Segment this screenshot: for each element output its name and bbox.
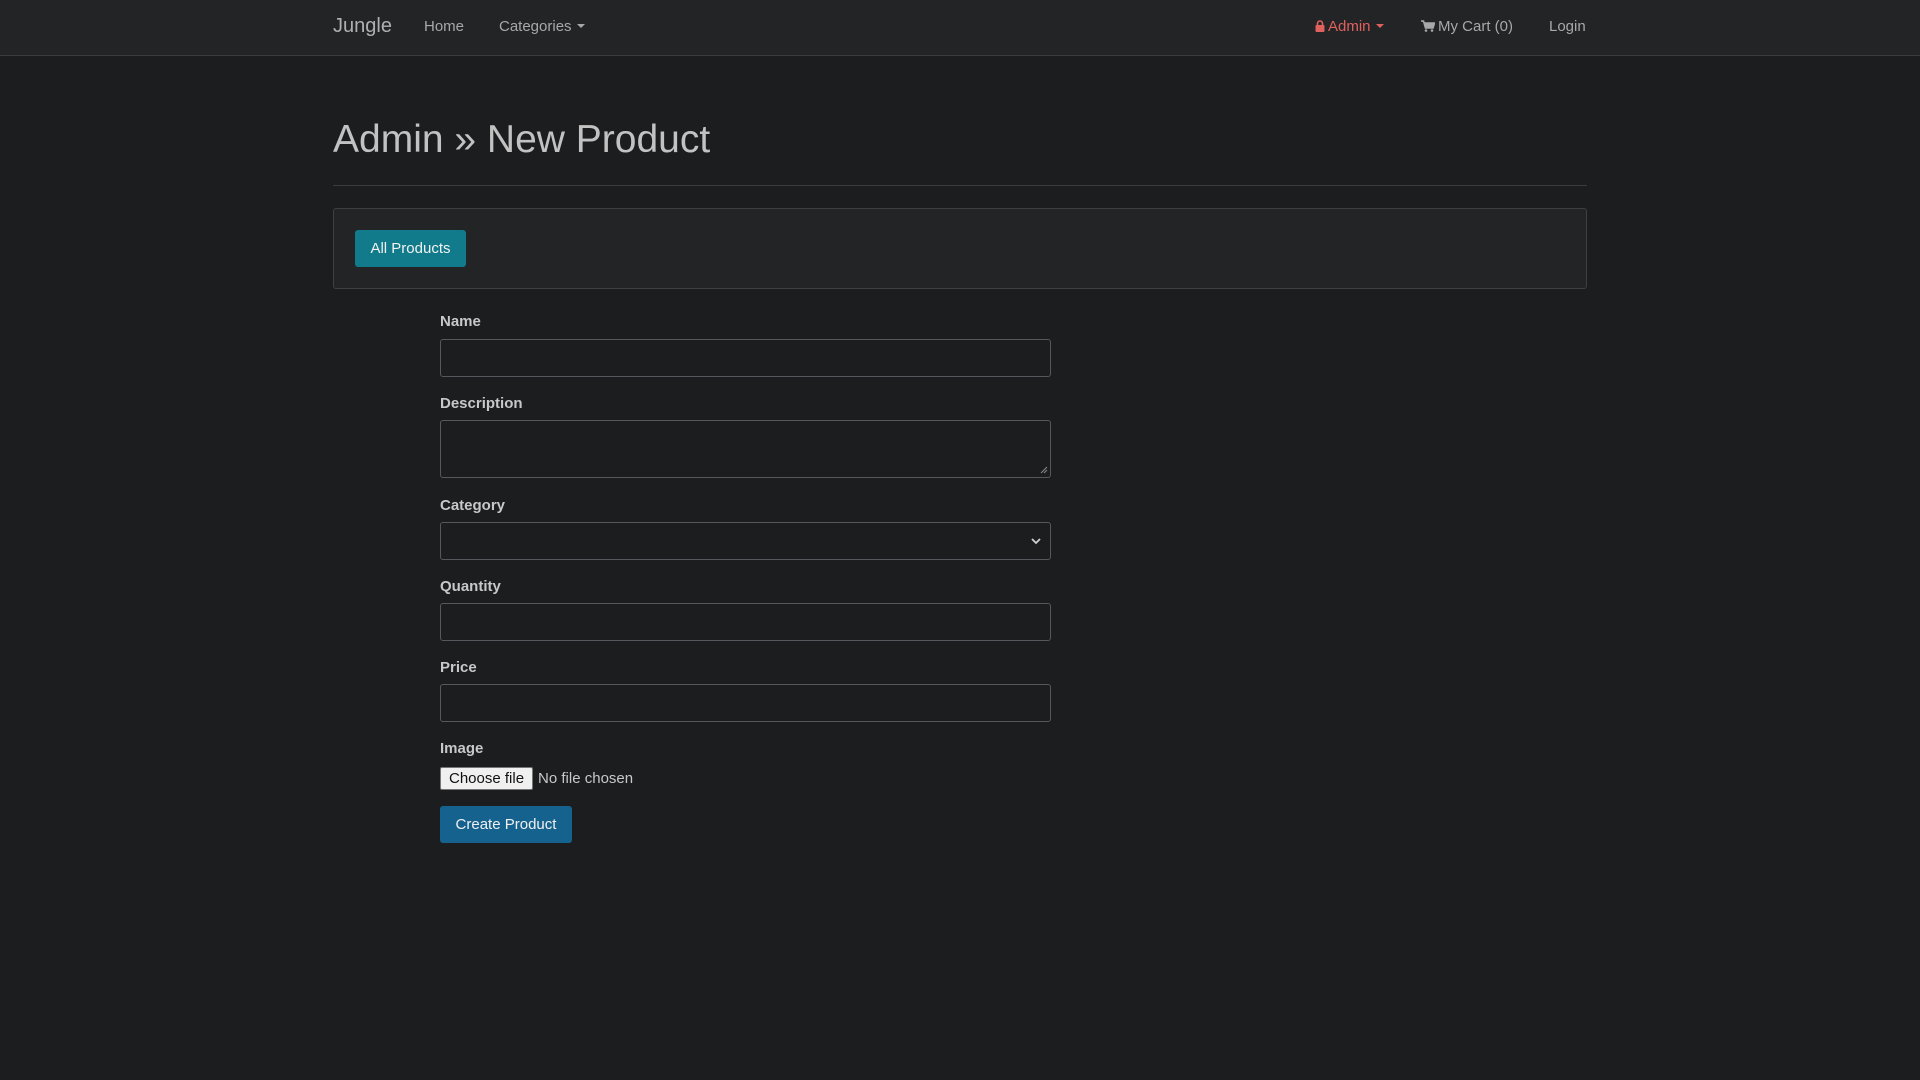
nav-login-link[interactable]: Login (1549, 18, 1586, 35)
resize-grip-icon[interactable] (1040, 466, 1048, 474)
description-label: Description (440, 395, 523, 412)
quantity-input[interactable] (440, 603, 1051, 641)
description-textarea[interactable] (440, 420, 1051, 478)
toolbar-well: All Products (333, 208, 1587, 289)
quantity-label: Quantity (440, 578, 501, 595)
title-divider (333, 185, 1587, 186)
price-label: Price (440, 659, 477, 676)
nav-home-link[interactable]: Home (424, 18, 464, 35)
choose-file-button[interactable]: Choose file (440, 766, 534, 790)
file-status-text: No file chosen (538, 769, 634, 787)
nav-admin-dropdown[interactable]: Admin (1315, 18, 1384, 35)
image-label: Image (440, 740, 484, 757)
create-product-button[interactable]: Create Product (440, 806, 572, 843)
nav-cart-link[interactable]: My Cart (0) (1421, 18, 1513, 35)
nav-categories-dropdown[interactable]: Categories (499, 18, 585, 35)
brand-link[interactable]: Jungle (333, 15, 392, 38)
lock-icon (1315, 20, 1325, 32)
caret-down-icon (1375, 24, 1384, 29)
nav-cart-label: My Cart (0) (1438, 18, 1513, 35)
name-input[interactable] (440, 339, 1051, 377)
page-title: Admin » New Product (333, 118, 711, 161)
category-label: Category (440, 497, 506, 514)
category-select[interactable] (440, 522, 1051, 560)
caret-down-icon (576, 24, 585, 29)
chevron-down-icon (1031, 538, 1041, 545)
nav-admin-label: Admin (1328, 18, 1371, 35)
image-file-input: Choose file No file chosen (440, 766, 633, 790)
shopping-cart-icon (1421, 20, 1435, 32)
top-navbar: Jungle Home Categories Admin My Cart (0)… (0, 0, 1920, 56)
name-label: Name (440, 313, 481, 330)
nav-categories-label: Categories (499, 18, 572, 35)
price-input[interactable] (440, 684, 1051, 722)
all-products-button[interactable]: All Products (355, 230, 466, 267)
